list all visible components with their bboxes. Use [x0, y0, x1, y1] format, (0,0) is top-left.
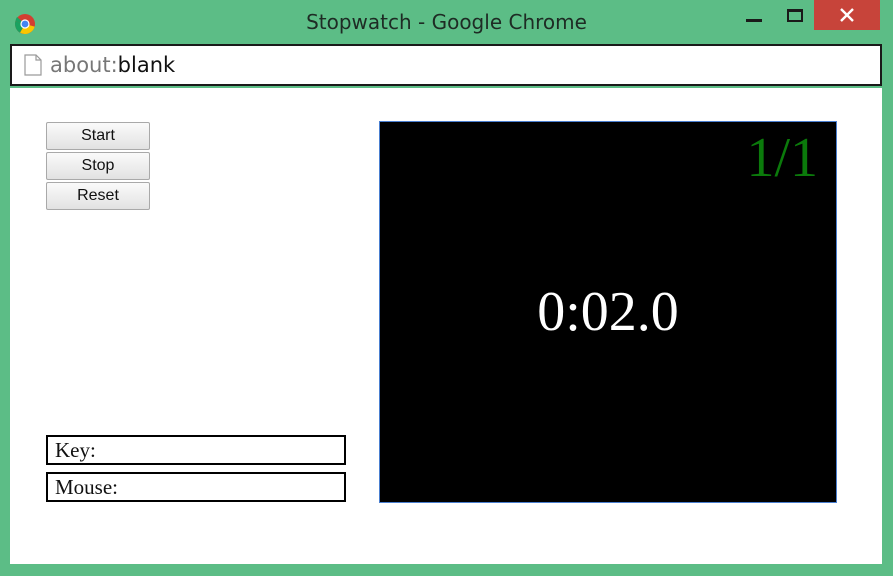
- elapsed-time: 0:02.0: [537, 281, 679, 343]
- mouse-field[interactable]: Mouse:: [46, 472, 346, 502]
- stopwatch-display: 1/1 0:02.0: [379, 121, 837, 503]
- url-scheme: about:: [50, 53, 118, 77]
- window-titlebar: Stopwatch - Google Chrome: [0, 0, 893, 44]
- close-icon: [840, 8, 854, 22]
- lap-counter: 1/1: [746, 127, 818, 189]
- minimize-icon: [746, 18, 762, 22]
- url-path: blank: [117, 53, 176, 77]
- page-content: Start Stop Reset Key: Mouse: 1/1 0:02.0: [10, 88, 882, 564]
- maximize-icon: [787, 8, 803, 22]
- reset-button[interactable]: Reset: [46, 182, 150, 210]
- key-field[interactable]: Key:: [46, 435, 346, 465]
- url-text: about:blank: [50, 53, 175, 77]
- start-button[interactable]: Start: [46, 122, 150, 150]
- stop-button[interactable]: Stop: [46, 152, 150, 180]
- page-icon: [24, 54, 42, 76]
- minimize-button[interactable]: [736, 0, 772, 30]
- address-bar[interactable]: about:blank: [10, 44, 882, 86]
- maximize-button[interactable]: [778, 0, 812, 30]
- close-button[interactable]: [814, 0, 880, 30]
